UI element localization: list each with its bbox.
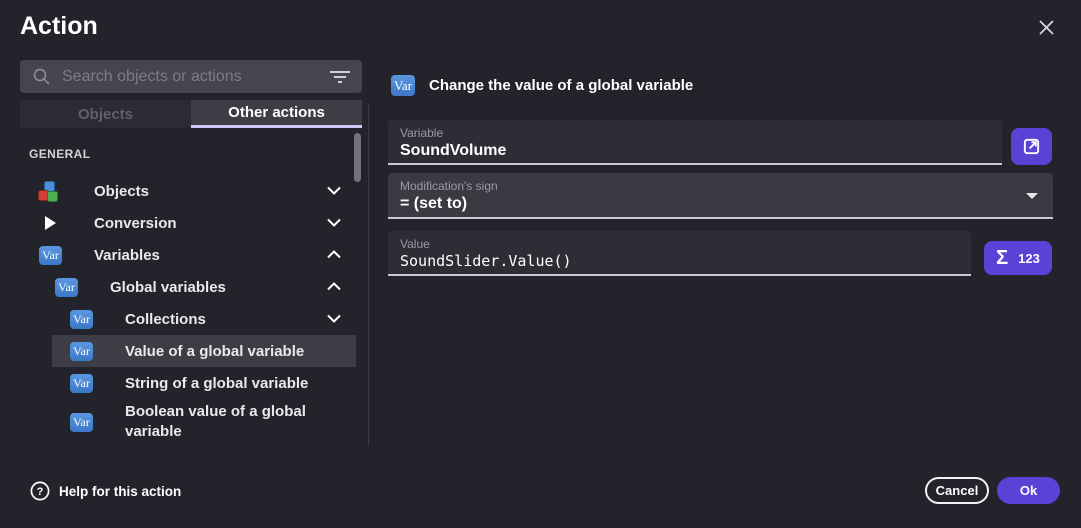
chevron-up-icon[interactable] (327, 246, 341, 264)
tree-section-general: GENERAL (29, 147, 90, 161)
tree-item-value-of-global-variable[interactable]: Var Value of a global variable (0, 335, 362, 367)
tree-item-objects[interactable]: Objects (0, 175, 362, 207)
panel-divider (368, 104, 369, 446)
value-field[interactable]: Value SoundSlider.Value() (388, 231, 971, 276)
tree-item-global-variables[interactable]: Var Global variables (0, 271, 362, 303)
var-badge-icon: Var (70, 413, 93, 432)
modification-sign-value: = (set to) (400, 193, 1041, 214)
search-bar (20, 60, 362, 93)
var-badge-icon: Var (70, 374, 93, 393)
chevron-down-icon[interactable] (327, 182, 341, 200)
tree-item-label: Collections (125, 311, 206, 328)
action-dialog: Action Objects Other actions GENERAL (0, 0, 1081, 528)
triangle-icon (45, 216, 56, 230)
tree-item-label: Conversion (94, 215, 177, 232)
tree-item-variables[interactable]: Var Variables (0, 239, 362, 271)
search-input[interactable] (60, 67, 322, 87)
help-link[interactable]: ? Help for this action (30, 481, 181, 501)
sigma-icon: Σ (996, 247, 1008, 270)
tab-objects[interactable]: Objects (20, 100, 191, 128)
search-icon (32, 67, 51, 86)
tree-item-boolean-of-global-variable[interactable]: Var Boolean value of a global variable (0, 399, 362, 445)
chevron-down-icon[interactable] (327, 214, 341, 232)
var-badge-icon: Var (70, 310, 93, 329)
chevron-down-icon[interactable] (327, 310, 341, 328)
tree-item-collections[interactable]: Var Collections (0, 303, 362, 335)
var-badge-icon: Var (39, 246, 62, 265)
tree-item-label: Value of a global variable (125, 343, 304, 360)
cancel-button[interactable]: Cancel (925, 477, 989, 504)
tree-item-label: Objects (94, 183, 149, 200)
help-label: Help for this action (59, 484, 181, 499)
tree-item-label: Global variables (110, 279, 226, 296)
expression-builder-button[interactable]: Σ 123 (984, 241, 1052, 275)
var-badge-icon: Var (55, 278, 78, 297)
editor-title: Change the value of a global variable (429, 77, 693, 94)
open-variable-editor-button[interactable] (1011, 128, 1052, 165)
variable-field[interactable]: Variable SoundVolume (388, 120, 1002, 165)
tab-bar: Objects Other actions (20, 100, 362, 128)
variable-field-label: Variable (400, 126, 990, 140)
tree-item-label: Boolean value of a global variable (125, 402, 353, 442)
tab-other-actions[interactable]: Other actions (191, 100, 362, 128)
value-field-label: Value (400, 237, 959, 251)
numbers-123-label: 123 (1018, 251, 1040, 266)
tree-item-label: String of a global variable (125, 375, 308, 392)
modification-sign-label: Modification's sign (400, 179, 1041, 193)
editor-header: Var Change the value of a global variabl… (391, 75, 693, 96)
open-in-new-icon (1022, 137, 1041, 156)
select-caret-icon (1026, 193, 1038, 199)
variable-field-value[interactable]: SoundVolume (400, 140, 990, 161)
close-icon[interactable] (1033, 14, 1059, 40)
page-title: Action (20, 12, 98, 41)
filter-icon[interactable] (330, 70, 350, 84)
svg-text:?: ? (37, 486, 44, 498)
value-field-value[interactable]: SoundSlider.Value() (400, 251, 959, 272)
tree-item-string-of-global-variable[interactable]: Var String of a global variable (0, 367, 362, 399)
tree-scrollbar-thumb[interactable] (354, 133, 361, 182)
chevron-up-icon[interactable] (327, 278, 341, 296)
var-badge-icon: Var (391, 75, 415, 96)
var-badge-icon: Var (70, 342, 93, 361)
objects-cubes-icon (38, 181, 59, 202)
tree-item-conversion[interactable]: Conversion (0, 207, 362, 239)
ok-button[interactable]: Ok (997, 477, 1060, 504)
modification-sign-select[interactable]: Modification's sign = (set to) (388, 173, 1053, 219)
tree-item-label: Variables (94, 247, 160, 264)
help-question-icon: ? (30, 481, 50, 501)
